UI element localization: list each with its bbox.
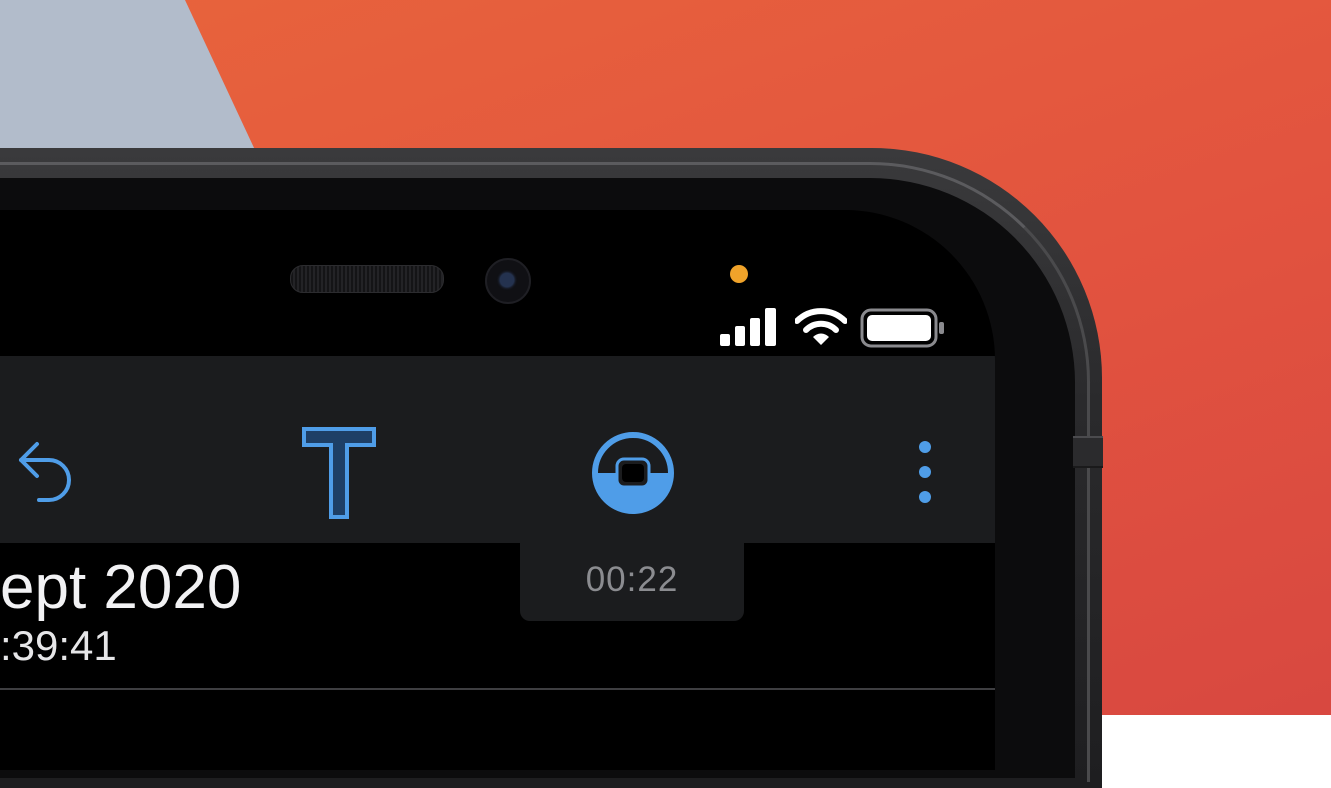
note-time: :39:41 [0,622,117,669]
cellular-signal-icon [720,308,776,346]
front-camera [485,258,531,304]
recording-elapsed-time: 00:22 [585,560,679,599]
side-button [1073,436,1103,468]
record-stop-icon[interactable] [588,428,678,518]
vertical-ellipsis-icon[interactable] [910,440,940,504]
content-divider [0,688,995,690]
undo-arrow-icon[interactable] [15,440,75,502]
earpiece-speaker [290,265,444,293]
privacy-indicator-dot [730,265,748,283]
wifi-icon [795,308,847,345]
battery-full-icon [860,308,944,348]
toolbar [0,356,995,543]
note-date: ept 2020 [0,553,242,622]
text-tool-icon[interactable] [300,425,378,521]
